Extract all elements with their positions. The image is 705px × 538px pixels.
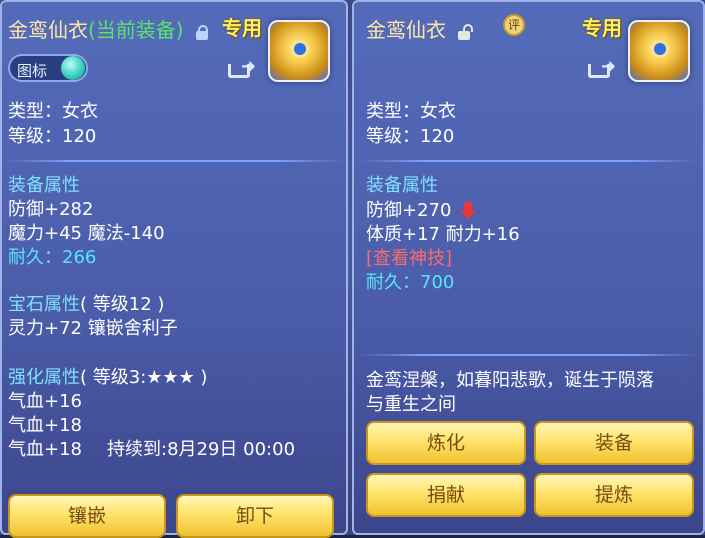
item-title: 金鸾仙衣(当前装备) [8,14,208,43]
donate-button[interactable]: 捐献 [366,473,526,517]
item-description-line2: 与重生之间 [366,394,456,415]
enhance-attr-row: 强化属性( 等级3:★★★ ) [8,367,207,389]
unlock-icon[interactable] [458,23,474,40]
enhance-attr-header: 强化属性 [8,367,80,388]
durability-stat: 耐久：266 [8,247,97,268]
unequip-button[interactable]: 卸下 [176,494,334,538]
down-arrow-icon [460,202,477,220]
share-icon[interactable]: ➜ [588,58,616,78]
equip-button[interactable]: 装备 [534,421,694,465]
hp-stat-2: 气血+18 [8,415,82,436]
lock-icon[interactable] [195,24,208,40]
gem-level: ( 等级12 ) [80,294,165,315]
compare-equipment-panel: 金鸾仙衣 专用 ➜ 类型：女衣 等级：120 装备属性 防御+270 体质+17… [352,0,705,535]
equip-attr-header: 装备属性 [366,175,438,196]
defense-stat: 防御+270 [366,200,452,221]
item-description-line1: 金鸾涅槃，如暮阳悲歌，诞生于陨落 [366,370,654,391]
exclusive-label: 专用 [222,16,262,40]
duration-text: 持续到:8月29日 00:00 [107,439,296,460]
item-title: 金鸾仙衣 [366,14,474,43]
divider [358,160,698,162]
item-name: 金鸾仙衣 [366,18,446,42]
icon-toggle[interactable]: 图标 [8,54,88,82]
extract-button[interactable]: 提炼 [534,473,694,517]
hp-stat-1: 气血+16 [8,391,82,412]
defense-stat-row: 防御+270 [366,200,477,222]
gem-attr-row: 宝石属性( 等级12 ) [8,294,164,316]
item-name: 金鸾仙衣 [8,18,88,42]
item-level: 等级：120 [8,126,97,147]
exclusive-label: 专用 [582,16,622,40]
share-icon[interactable]: ➜ [228,58,256,78]
gem-value: 灵力+72 镶嵌舍利子 [8,318,178,339]
item-icon [268,20,330,82]
toggle-label: 图标 [17,62,48,80]
durability-stat: 耐久：700 [366,272,455,293]
equip-attr-header: 装备属性 [8,175,80,196]
toggle-knob [61,56,85,80]
hp-stat-3: 气血+18 [8,439,82,460]
review-icon[interactable]: 评 [503,14,525,36]
current-equip-tag: (当前装备) [88,18,184,42]
refine-button[interactable]: 炼化 [366,421,526,465]
divider [4,160,344,162]
enhance-level: ( 等级3:★★★ ) [80,367,208,388]
item-icon [628,20,690,82]
con-end-stat: 体质+17 耐力+16 [366,224,520,245]
current-equipment-panel: 金鸾仙衣(当前装备) 专用 图标 ➜ 类型：女衣 等级：120 装备属性 防御+… [0,0,348,538]
view-skill-link[interactable]: [查看神技] [366,248,452,270]
defense-stat: 防御+282 [8,199,94,220]
gem-attr-header: 宝石属性 [8,294,80,315]
item-type: 类型：女衣 [366,101,456,122]
magic-stat: 魔力+45 魔法-140 [8,223,165,244]
divider [358,354,698,356]
item-type: 类型：女衣 [8,101,98,122]
item-level: 等级：120 [366,126,455,147]
inlay-button[interactable]: 镶嵌 [8,494,166,538]
